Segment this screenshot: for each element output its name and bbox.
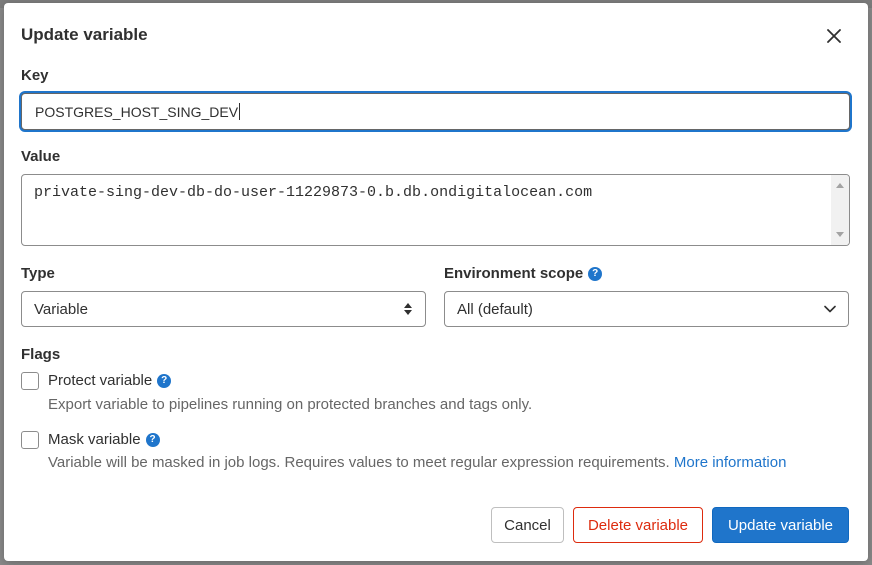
modal-title: Update variable	[21, 25, 148, 44]
protect-variable-label[interactable]: Protect variable	[48, 372, 152, 389]
protect-variable-help: Export variable to pipelines running on …	[48, 396, 533, 413]
type-select[interactable]: Variable	[21, 291, 426, 327]
close-button[interactable]	[823, 25, 845, 47]
cancel-button[interactable]: Cancel	[491, 507, 564, 543]
question-icon[interactable]: ?	[588, 266, 603, 281]
type-label: Type	[21, 265, 55, 282]
mask-variable-help: Variable will be masked in job logs. Req…	[48, 454, 670, 471]
protect-variable-checkbox[interactable]	[21, 372, 39, 390]
question-icon[interactable]: ?	[145, 432, 160, 447]
scroll-up-arrow-icon[interactable]	[836, 183, 844, 188]
chevron-down-icon	[824, 305, 836, 313]
value-label: Value	[21, 148, 61, 165]
value-textarea-text: private-sing-dev-db-do-user-11229873-0.b…	[34, 184, 593, 201]
key-input[interactable]: POSTGRES_HOST_SING_DEV	[21, 93, 850, 130]
close-icon	[827, 29, 841, 43]
question-icon[interactable]: ?	[157, 373, 172, 388]
delete-variable-button[interactable]: Delete variable	[573, 507, 703, 543]
mask-variable-label[interactable]: Mask variable	[48, 431, 141, 448]
more-information-link[interactable]: More information	[674, 454, 787, 471]
textarea-scrollbar[interactable]	[831, 175, 849, 245]
flags-label: Flags	[21, 346, 61, 363]
value-textarea[interactable]: private-sing-dev-db-do-user-11229873-0.b…	[21, 174, 850, 246]
type-select-value: Variable	[34, 300, 88, 318]
environment-scope-value: All (default)	[457, 300, 533, 318]
key-input-value: POSTGRES_HOST_SING_DEV	[35, 103, 239, 120]
sort-arrows-icon	[404, 303, 412, 315]
environment-scope-label-row: Environment scope ?	[444, 265, 603, 282]
environment-scope-label: Environment scope	[444, 265, 584, 282]
mask-variable-label-row: Mask variable ?	[48, 431, 160, 448]
text-caret	[239, 103, 241, 120]
environment-scope-dropdown[interactable]: All (default)	[444, 291, 849, 327]
update-variable-button[interactable]: Update variable	[712, 507, 849, 543]
scroll-down-arrow-icon[interactable]	[836, 232, 844, 237]
mask-variable-help-row: Variable will be masked in job logs. Req…	[48, 454, 786, 471]
mask-variable-checkbox[interactable]	[21, 431, 39, 449]
key-label: Key	[21, 67, 49, 84]
update-variable-modal: Update variable Key POSTGRES_HOST_SING_D…	[4, 3, 868, 561]
protect-variable-label-row: Protect variable ?	[48, 372, 172, 389]
